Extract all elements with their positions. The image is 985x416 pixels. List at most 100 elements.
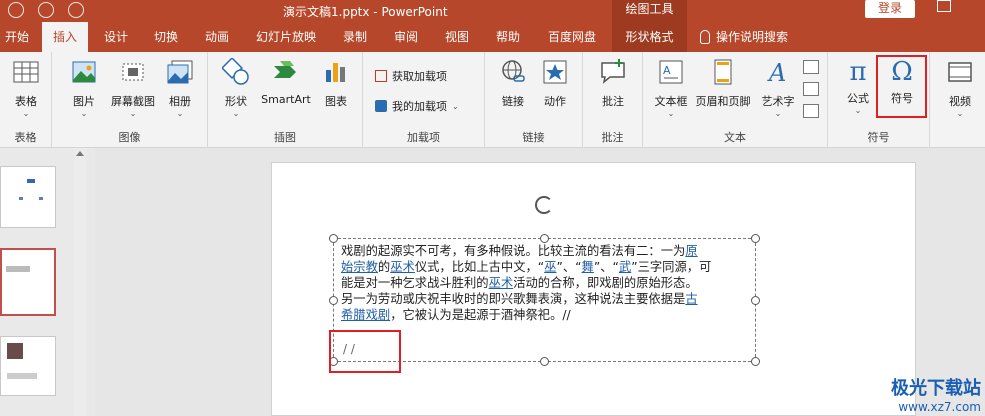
album-button[interactable]: 相册 ⌄ [162,58,198,118]
tab-baidu-netdisk[interactable]: 百度网盘 [540,22,604,52]
get-addins-label: 获取加载项 [392,70,447,83]
text-link[interactable]: 古 [685,292,697,306]
my-addins-button[interactable]: 我的加载项 ⌄ [375,98,459,114]
ribbon-display-icon[interactable] [937,0,951,12]
text-link[interactable]: 始宗教 [341,260,378,274]
wordart-button[interactable]: A 艺术字 ⌄ [757,58,799,118]
group-text: A 文本框 ⌄ 页眉和页脚 A 艺术字 ⌄ 文本 [643,52,828,148]
group-addins: 获取加载项 我的加载项 ⌄ 加载项 [363,52,485,148]
tab-slideshow[interactable]: 幻灯片放映 [250,22,322,52]
slide-body-text[interactable]: 戏剧的起源实不可考，有多种假说。比较主流的看法有二：一为原 始宗教的巫术仪式，比… [341,243,751,323]
rotate-handle-icon[interactable] [535,196,553,214]
table-button[interactable]: 表格 ⌄ [8,58,44,118]
tell-me-search[interactable]: 操作说明搜索 [700,22,810,52]
get-addins-button[interactable]: 获取加载项 [375,68,447,84]
video-icon [948,62,972,82]
link-button[interactable]: 链接 [495,58,531,109]
shapes-icon [221,57,249,85]
thumb-text-block [6,266,30,272]
text-link[interactable]: 希腊戏剧 [341,308,390,322]
group-links-label: 链接 [522,131,545,144]
login-button[interactable]: 登录 [865,0,915,18]
group-addins-label: 加载项 [407,131,440,144]
group-links: 链接 动作 链接 [485,52,583,148]
tab-transitions[interactable]: 切换 [146,22,186,52]
watermark: 极光下载站 www.xz7.com [891,374,981,414]
smartart-label: SmartArt [261,93,311,106]
chart-button[interactable]: 图表 [318,58,354,109]
start-presentation-icon[interactable] [68,2,84,18]
picture-label: 图片 [73,95,95,108]
thumb-mark [19,197,23,200]
text-link[interactable]: 巫术 [489,276,514,290]
resize-handle[interactable] [751,234,760,243]
chart-icon [326,63,345,82]
link-label: 链接 [502,95,524,108]
date-time-icon[interactable] [803,60,819,74]
text-link[interactable]: 巫 [544,260,556,274]
text-link[interactable]: 武 [619,260,631,274]
text-run: 仪式，比如上古中文，“ [414,260,545,274]
autosave-icon[interactable] [8,2,24,18]
svg-text:A: A [663,64,671,77]
resize-handle[interactable] [540,234,549,243]
group-media: 视频 ⌄ [930,52,985,148]
lightbulb-icon [700,30,710,44]
video-button[interactable]: 视频 ⌄ [942,58,978,118]
resize-handle[interactable] [751,296,760,305]
text-link[interactable]: 舞 [582,260,594,274]
comment-icon [601,59,625,84]
tab-insert[interactable]: 插入 [42,22,88,52]
smartart-button[interactable]: SmartArt [258,58,314,106]
object-icon[interactable] [803,104,819,118]
tab-animations[interactable]: 动画 [197,22,237,52]
undo-icon[interactable] [38,2,54,18]
header-footer-icon [714,59,732,85]
my-addins-icon [375,100,387,112]
header-footer-label: 页眉和页脚 [695,95,751,108]
resize-handle[interactable] [751,357,760,366]
tab-shape-format[interactable]: 形状格式 [612,22,687,52]
resize-handle[interactable] [329,234,338,243]
ribbon-tabs: 开始 插入 设计 切换 动画 幻灯片放映 录制 审阅 视图 帮助 百度网盘 形状… [0,22,985,52]
quick-access-toolbar [8,2,84,18]
textbox-label: 文本框 [654,95,688,108]
group-images: 图片 ⌄ 屏幕截图 ⌄ 相册 ⌄ 图像 [52,52,208,148]
comment-button[interactable]: 批注 [595,58,631,109]
comment-label: 批注 [602,95,624,108]
my-addins-label: 我的加载项 [392,100,447,113]
text-run: 能是对一种乞求战斗胜利的 [341,276,489,290]
group-illustrations: 形状 ⌄ SmartArt 图表 插图 [208,52,363,148]
video-label: 视频 [949,95,971,108]
textbox-button[interactable]: A 文本框 ⌄ [651,58,691,118]
tab-design[interactable]: 设计 [96,22,136,52]
screenshot-label: 屏幕截图 [111,95,155,108]
header-footer-button[interactable]: 页眉和页脚 [691,58,755,109]
slide-number-icon[interactable] [803,82,819,96]
screenshot-button[interactable]: 屏幕截图 ⌄ [108,58,158,118]
title-bar: 演示文稿1.pptx - PowerPoint 绘图工具 登录 [0,0,985,22]
tab-review[interactable]: 审阅 [386,22,426,52]
tell-me-label: 操作说明搜索 [716,30,789,44]
thumbnails-scrollbar[interactable] [74,148,86,416]
action-button[interactable]: 动作 [537,58,573,109]
tab-home[interactable]: 开始 [0,22,34,52]
tab-view[interactable]: 视图 [437,22,477,52]
pi-icon: π [849,57,867,87]
scroll-up-arrow-icon[interactable] [76,151,84,156]
slide-thumbnail-3[interactable] [0,336,56,396]
picture-button[interactable]: 图片 ⌄ [66,58,102,118]
resize-handle[interactable] [540,357,549,366]
tab-record[interactable]: 录制 [335,22,375,52]
shapes-button[interactable]: 形状 ⌄ [218,57,254,118]
slide-thumbnail-2[interactable] [0,248,56,316]
equation-button[interactable]: π 公式 ⌄ [840,58,876,115]
thumb-text-block [7,373,37,379]
text-run: ，它被认为是起源于酒神祭祀。// [390,308,571,322]
text-link[interactable]: 原 [685,244,697,258]
slide-thumbnail-1[interactable] [0,166,56,228]
text-link[interactable]: 巫术 [390,260,415,274]
resize-handle[interactable] [329,296,338,305]
tab-help[interactable]: 帮助 [488,22,528,52]
text-run: 另一为劳动或庆祝丰收时的即兴歌舞表演，这种说法主要依据是 [341,292,686,306]
